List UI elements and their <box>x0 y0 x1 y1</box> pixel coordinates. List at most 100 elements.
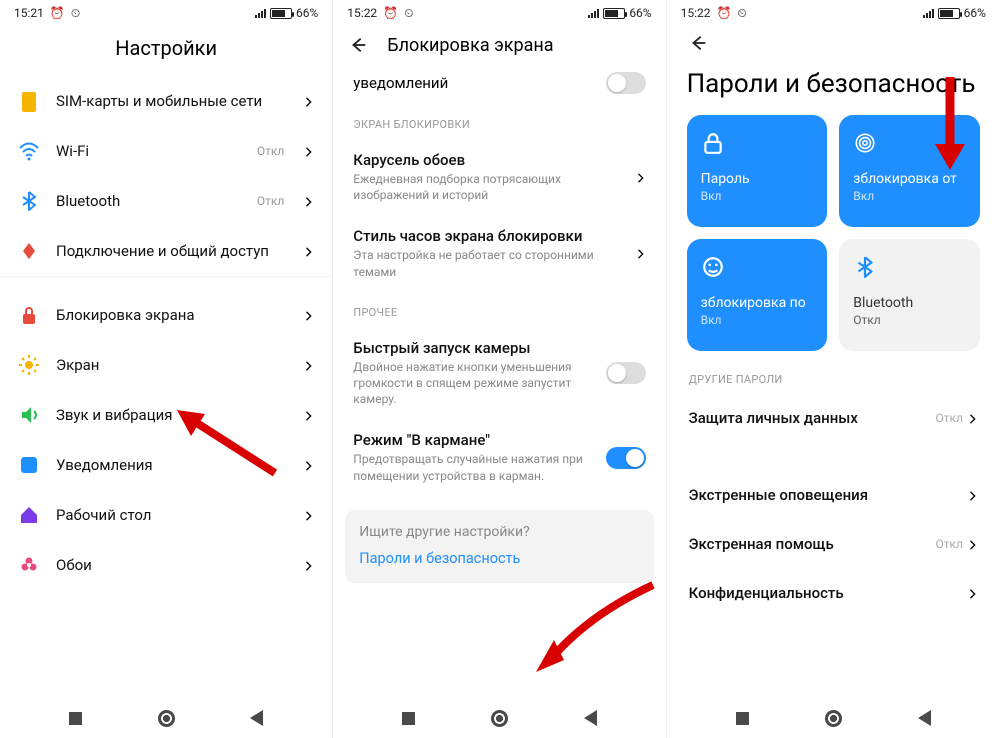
row-label: Подключение и общий доступ <box>56 242 288 260</box>
quick-camera-row[interactable]: Быстрый запуск камерыДвойное нажатие кно… <box>333 327 665 420</box>
toggle[interactable] <box>606 362 646 384</box>
carousel-wallpapers-row[interactable]: Карусель обоевЕжедневная подборка потряс… <box>333 139 665 215</box>
home-button[interactable] <box>489 708 509 728</box>
home-button[interactable] <box>156 708 176 728</box>
lockscreen-panel: 15:22 ⏰ ⏲ 66% Блокировка экрана уведомлени… <box>333 0 666 738</box>
bt-icon <box>18 190 40 212</box>
setting-row-wifi[interactable]: Wi-FiОткл <box>0 126 332 176</box>
alarm-icon: ⏲ <box>404 6 413 21</box>
setting-row-lock[interactable]: Блокировка экрана <box>0 290 332 340</box>
pocket-mode-row[interactable]: Режим "В кармане"Предотвращать случайные… <box>333 419 665 495</box>
chevron-right-icon <box>968 486 978 505</box>
setting-row-home[interactable]: Рабочий стол <box>0 490 332 540</box>
row-value: Откл <box>257 144 284 158</box>
alarm-icon: ⏰ <box>383 6 398 20</box>
header: Блокировка экрана <box>333 26 665 72</box>
row-label: Bluetooth <box>56 192 241 210</box>
status-time: 15:22 <box>347 6 377 20</box>
row-label: Уведомления <box>56 456 288 474</box>
nav-bar <box>667 698 1000 738</box>
page-title: Блокировка экрана <box>387 35 553 56</box>
p3-row[interactable]: Экстренная помощьОткл <box>667 520 1000 569</box>
recent-apps-button[interactable] <box>732 708 752 728</box>
home-icon <box>18 504 40 526</box>
row-label: Экран <box>56 356 288 374</box>
toggle[interactable] <box>606 72 646 94</box>
nav-bar <box>333 698 665 738</box>
tile-face[interactable]: зблокировка по Вкл <box>687 239 828 351</box>
row-label: Блокировка экрана <box>56 306 288 324</box>
sun-icon <box>18 354 40 376</box>
truncated-row[interactable]: уведомлений <box>333 72 665 104</box>
recent-apps-button[interactable] <box>65 708 85 728</box>
page-title: Пароли и безопасность <box>687 68 980 101</box>
signal-icon <box>588 8 599 18</box>
tile-bt[interactable]: Bluetooth Откл <box>839 239 980 351</box>
back-button[interactable] <box>687 32 709 54</box>
toggle[interactable] <box>606 447 646 469</box>
p3-row[interactable]: Экстренные оповещения <box>667 471 1000 520</box>
lock-icon <box>18 304 40 326</box>
setting-row-share[interactable]: Подключение и общий доступ <box>0 226 332 276</box>
row-label: Звук и вибрация <box>56 406 288 424</box>
chevron-right-icon <box>968 535 978 554</box>
sound-icon <box>18 404 40 426</box>
chevron-right-icon <box>304 356 314 375</box>
back-button[interactable] <box>914 708 934 728</box>
sim-icon <box>18 90 40 112</box>
settings-list: SIM-карты и мобильные сетиWi-FiОтклBluet… <box>0 76 332 698</box>
chevron-right-icon <box>304 142 314 161</box>
passwords-security-link[interactable]: Пароли и безопасность <box>359 550 639 567</box>
row-label: SIM-карты и мобильные сети <box>56 92 288 110</box>
signal-icon <box>923 8 934 18</box>
back-button[interactable] <box>247 708 267 728</box>
alarm-icon: ⏰ <box>50 6 65 20</box>
chevron-right-icon <box>304 456 314 475</box>
tile-padlock[interactable]: Пароль Вкл <box>687 115 828 227</box>
lock-clock-style-row[interactable]: Стиль часов экрана блокировкиЭта настрой… <box>333 215 665 291</box>
chevron-right-icon <box>968 584 978 603</box>
status-bar: 15:22⏰⏲ 66% <box>667 0 1000 26</box>
tile-title: зблокировка от <box>853 171 966 187</box>
setting-row-flower[interactable]: Обои <box>0 540 332 590</box>
back-button[interactable] <box>580 708 600 728</box>
setting-row-sim[interactable]: SIM-карты и мобильные сети <box>0 76 332 126</box>
flower-icon <box>18 554 40 576</box>
setting-row-sun[interactable]: Экран <box>0 340 332 390</box>
chevron-right-icon <box>304 306 314 325</box>
share-icon <box>18 240 40 262</box>
back-button[interactable] <box>347 34 369 56</box>
setting-row-square[interactable]: Уведомления <box>0 440 332 490</box>
row-label: Обои <box>56 556 288 574</box>
section-label: ДРУГИЕ ПАРОЛИ <box>667 351 1000 394</box>
alarm-icon: ⏲ <box>71 6 80 21</box>
chevron-right-icon <box>304 192 314 211</box>
fprint-icon <box>853 131 879 157</box>
wifi-icon <box>18 140 40 162</box>
chevron-right-icon <box>968 409 978 428</box>
chevron-right-icon <box>304 242 314 261</box>
passwords-security-panel: 15:22⏰⏲ 66% Пароли и безопасность Пароль… <box>667 0 1000 738</box>
p3-row[interactable]: Защита личных данныхОткл <box>667 394 1000 443</box>
tile-title: Пароль <box>701 171 814 187</box>
tile-state: Вкл <box>853 189 966 203</box>
tile-fprint[interactable]: зблокировка от Вкл <box>839 115 980 227</box>
face-icon <box>701 255 727 281</box>
setting-row-bt[interactable]: BluetoothОткл <box>0 176 332 226</box>
battery-percent: 66% <box>296 6 318 20</box>
settings-panel: 15:21⏰⏲ 66% Настройки SIM-карты и мобиль… <box>0 0 333 738</box>
recent-apps-button[interactable] <box>399 708 419 728</box>
battery-percent: 66% <box>629 6 651 20</box>
battery-percent: 66% <box>964 6 986 20</box>
home-button[interactable] <box>823 708 843 728</box>
tile-title: Bluetooth <box>853 295 966 311</box>
section-label: ПРОЧЕЕ <box>333 292 665 327</box>
battery-icon <box>270 8 292 19</box>
chevron-right-icon <box>304 92 314 111</box>
battery-icon <box>938 8 960 19</box>
status-time: 15:21 <box>14 6 44 20</box>
signal-icon <box>255 8 266 18</box>
related-settings-card: Ищите другие настройки? Пароли и безопас… <box>345 510 653 583</box>
p3-row[interactable]: Конфиденциальность <box>667 569 1000 618</box>
setting-row-sound[interactable]: Звук и вибрация <box>0 390 332 440</box>
